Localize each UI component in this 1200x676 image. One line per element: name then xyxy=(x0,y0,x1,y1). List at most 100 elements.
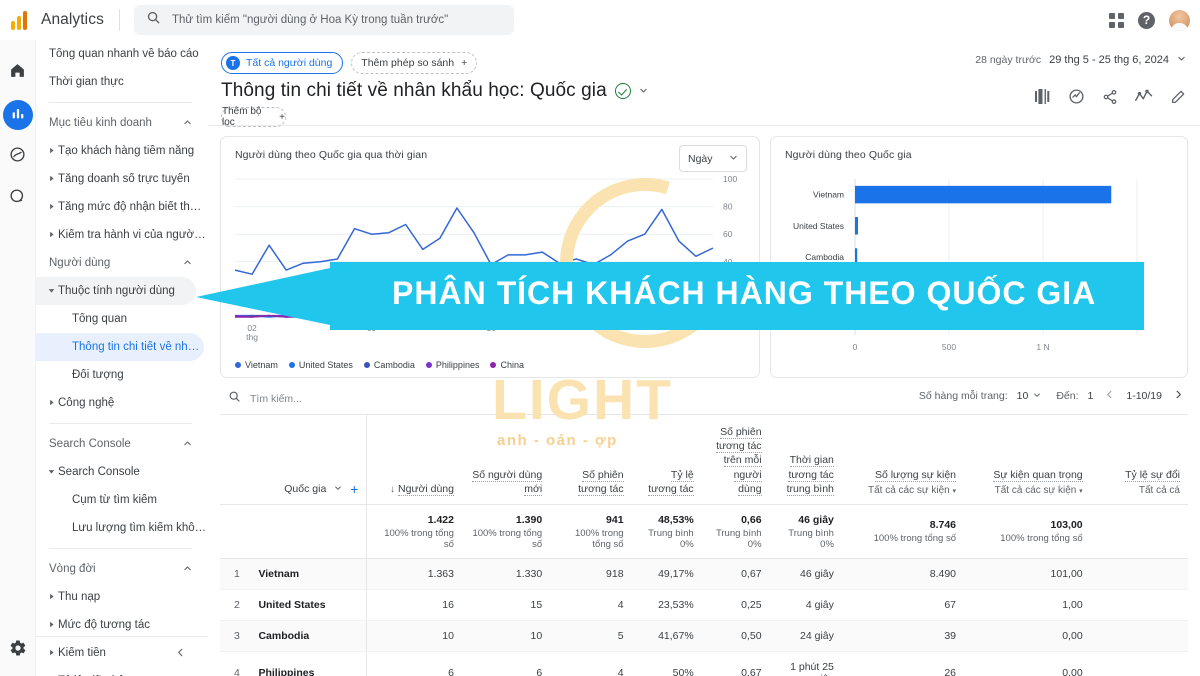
totals-spacer xyxy=(258,504,367,559)
sidebar-item-label: Công nghệ xyxy=(58,397,115,409)
row-country[interactable]: Cambodia xyxy=(258,620,367,652)
svg-text:09: 09 xyxy=(367,323,377,333)
help-icon[interactable]: ? xyxy=(1138,11,1155,29)
sidebar-nav: Tổng quan nhanh về báo cáo Thời gian thực… xyxy=(36,40,208,676)
table-row[interactable]: 2 United States 16 15 4 23,53% 0,25 4 giây 67 1,0… xyxy=(220,589,1188,621)
legend-color-dot xyxy=(425,362,432,368)
table-header-t-l-t-ng-t-c[interactable]: Tỷ lệ tương tác xyxy=(631,414,702,505)
sidebar-item-l-u-l-ng-t-m-ki-m-kh-ng[interactable]: Lưu lượng tìm kiếm không ... xyxy=(36,514,208,542)
table-body: 1.422 100% trong tổng số 1.390 100% trong t… xyxy=(220,504,1188,676)
sidebar-item-thu-c-t-nh-ng-i-d-ng[interactable]: Thuộc tính người dùng xyxy=(36,277,196,305)
add-filter-chip[interactable]: Thêm bộ lọc + xyxy=(221,106,286,128)
column-subselect[interactable]: Tất cả cá xyxy=(1099,485,1180,496)
check-circle-icon[interactable] xyxy=(614,83,631,99)
table-header-s-ng-i-d-ng-m-i[interactable]: Số người dùng mới xyxy=(461,414,551,505)
table-row[interactable]: 4Philippines66450%0,671 phút 25 giây260,… xyxy=(220,651,1188,676)
row-country[interactable]: Vietnam xyxy=(258,558,367,590)
divider xyxy=(49,102,192,103)
rail-item-advertising[interactable] xyxy=(3,184,33,214)
add-comparison-chip[interactable]: Thêm phép so sánh + xyxy=(351,52,478,74)
rail-item-reports[interactable] xyxy=(2,100,33,130)
sidebar-item-ki-m-tra-h-nh-vi-c-a-ng-i-d[interactable]: Kiểm tra hành vi của người d... xyxy=(36,221,208,249)
global-search-input[interactable]: Thử tìm kiếm "người dùng ở Hoa Kỳ trong … xyxy=(133,4,514,35)
legend-item[interactable]: Vietnam xyxy=(235,360,278,370)
table-header-dimension[interactable]: Quốc gia + xyxy=(220,414,367,505)
plus-icon: + xyxy=(461,57,468,69)
rail-item-home[interactable] xyxy=(3,58,33,88)
sidebar-item-t-ng-quan[interactable]: Tổng quan xyxy=(36,305,208,333)
sidebar-item-t-ng-doanh-s-tr-c-tuy-n[interactable]: Tăng doanh số trực tuyến xyxy=(36,165,208,193)
table-header-s-phi-n-t-ng-t-c-tr-n-m-[interactable]: Số phiên tương tác trên mỗi người dùng xyxy=(701,414,770,505)
legend-color-dot xyxy=(288,362,295,368)
table-header-s-l-ng-s-ki-n[interactable]: Số lượng sự kiện Tất cả các sự kiện ▾ xyxy=(841,414,965,505)
sidebar-item-search-console[interactable]: Search Console xyxy=(36,458,208,486)
date-range-picker[interactable]: 28 ngày trước 29 thg 5 - 25 thg 6, 2024 xyxy=(975,54,1186,66)
sidebar-item-c-ng-ngh[interactable]: Công nghệ xyxy=(36,389,208,417)
totals-value: 1.422 xyxy=(427,513,454,526)
chevron-down-icon: ▾ xyxy=(952,487,957,495)
compare-bars-icon[interactable] xyxy=(1034,89,1051,109)
chevron-down-icon[interactable] xyxy=(639,86,648,97)
table-row[interactable]: 1 Vietnam 1.363 1.330 918 49,17% 0,67 46 giây 8.… xyxy=(220,558,1188,590)
rail-item-explore[interactable] xyxy=(3,142,33,172)
legend-item[interactable]: United States xyxy=(288,360,353,370)
legend-item[interactable]: Philippines xyxy=(425,360,479,370)
sidebar-item-ng-i-d-ng[interactable]: Người dùng xyxy=(36,249,208,277)
sidebar-item-label: Cụm từ tìm kiếm xyxy=(72,494,158,506)
row-country[interactable]: Philippines xyxy=(258,651,367,676)
sidebar-item-v-ng-i[interactable]: Vòng đời xyxy=(36,555,208,583)
sidebar-item-th-i-gian-th-c[interactable]: Thời gian thực xyxy=(36,68,208,96)
row-cell: 46 giây xyxy=(769,558,842,590)
expand-caret-icon xyxy=(44,621,58,630)
totals-cell: 46 giây Trung bình 0% xyxy=(769,504,842,559)
audience-chip[interactable]: T Tất cả người dùng xyxy=(221,52,344,74)
sidebar-item-m-c-t-ng-t-c[interactable]: Mức độ tương tác xyxy=(36,611,208,639)
share-icon[interactable] xyxy=(1102,89,1118,110)
row-country[interactable]: United States xyxy=(258,589,367,621)
sidebar-item-i-t-ng[interactable]: Đối tượng xyxy=(36,361,208,389)
svg-text:20: 20 xyxy=(723,284,733,294)
sidebar-item-search-console[interactable]: Search Console xyxy=(36,430,208,458)
sidebar-item-label: Tăng doanh số trực tuyến xyxy=(58,173,190,185)
rows-per-page-select[interactable]: 10 xyxy=(1017,390,1042,402)
insights-icon[interactable] xyxy=(1068,88,1085,110)
sidebar-item-t-o-kh-ch-h-ng-ti-m-n-ng[interactable]: Tạo khách hàng tiềm năng xyxy=(36,137,208,165)
chevron-down-icon[interactable] xyxy=(334,483,342,495)
trend-line-icon[interactable] xyxy=(1135,89,1153,109)
legend-item[interactable]: Cambodia xyxy=(363,360,415,370)
sidebar-item-t-ng-m-c-nh-n-bi-t-th-n[interactable]: Tăng mức độ nhận biết thươn... xyxy=(36,193,208,221)
edit-pencil-icon[interactable] xyxy=(1170,89,1186,110)
rail-item-settings[interactable] xyxy=(9,639,27,662)
legend-color-dot xyxy=(363,362,370,368)
sidebar-collapse-button[interactable] xyxy=(36,636,208,670)
topbar-actions: ? xyxy=(1109,0,1190,40)
table-header-th-i-gian-t-ng-t-c-trung[interactable]: Thời gian tương tác trung bình xyxy=(769,414,842,505)
row-cell: 0,67 xyxy=(701,558,770,590)
table-row[interactable]: 3 Cambodia 10 10 5 41,67% 0,50 24 giây 39 0,00 xyxy=(220,620,1188,652)
legend-item[interactable]: China xyxy=(490,360,524,370)
report-action-icons xyxy=(1034,88,1186,110)
table-header-s-ki-n-quan-tr-ng[interactable]: Sự kiện quan trọng Tất cả các sự kiện ▾ xyxy=(964,414,1091,505)
row-cell: 49,17% xyxy=(631,558,702,590)
prev-page-button[interactable] xyxy=(1102,388,1117,403)
sidebar-item-label: Thời gian thực xyxy=(49,76,124,88)
table-header-s-phi-n-t-ng-t-c[interactable]: Số phiên tương tác xyxy=(550,414,632,505)
sidebar-item-c-m-t-t-m-ki-m[interactable]: Cụm từ tìm kiếm xyxy=(36,486,208,514)
sidebar-item-m-c-ti-u-kinh-doanh[interactable]: Mục tiêu kinh doanh xyxy=(36,109,208,137)
sidebar-item-thu-n-p[interactable]: Thu nạp xyxy=(36,583,208,611)
column-subselect[interactable]: Tất cả các sự kiện ▾ xyxy=(850,485,956,496)
add-dimension-icon[interactable]: + xyxy=(350,482,358,496)
next-page-button[interactable] xyxy=(1171,388,1186,403)
grid-apps-icon[interactable] xyxy=(1109,12,1124,28)
table-header-t-l-s-i[interactable]: Tỷ lệ sự đổi Tất cả cá xyxy=(1090,414,1188,505)
avatar[interactable] xyxy=(1169,9,1190,31)
row-cell: 1.330 xyxy=(461,558,551,590)
table-search-input[interactable]: Tìm kiếm... xyxy=(220,390,302,408)
goto-value[interactable]: 1 xyxy=(1088,390,1094,402)
sidebar-item-t-ng-quan-nhanh-v-b-o-c-o[interactable]: Tổng quan nhanh về báo cáo xyxy=(36,40,208,68)
sidebar-item-th-ng-tin-chi-ti-t-v-nh-n-k[interactable]: Thông tin chi tiết về nhân k... xyxy=(36,333,204,361)
table-header-ng-i-d-ng[interactable]: ↓ Người dùng xyxy=(366,414,462,505)
column-subselect[interactable]: Tất cả các sự kiện ▾ xyxy=(972,485,1083,496)
granularity-select[interactable]: Ngày xyxy=(679,145,747,172)
svg-text:Vietnam: Vietnam xyxy=(813,190,844,200)
